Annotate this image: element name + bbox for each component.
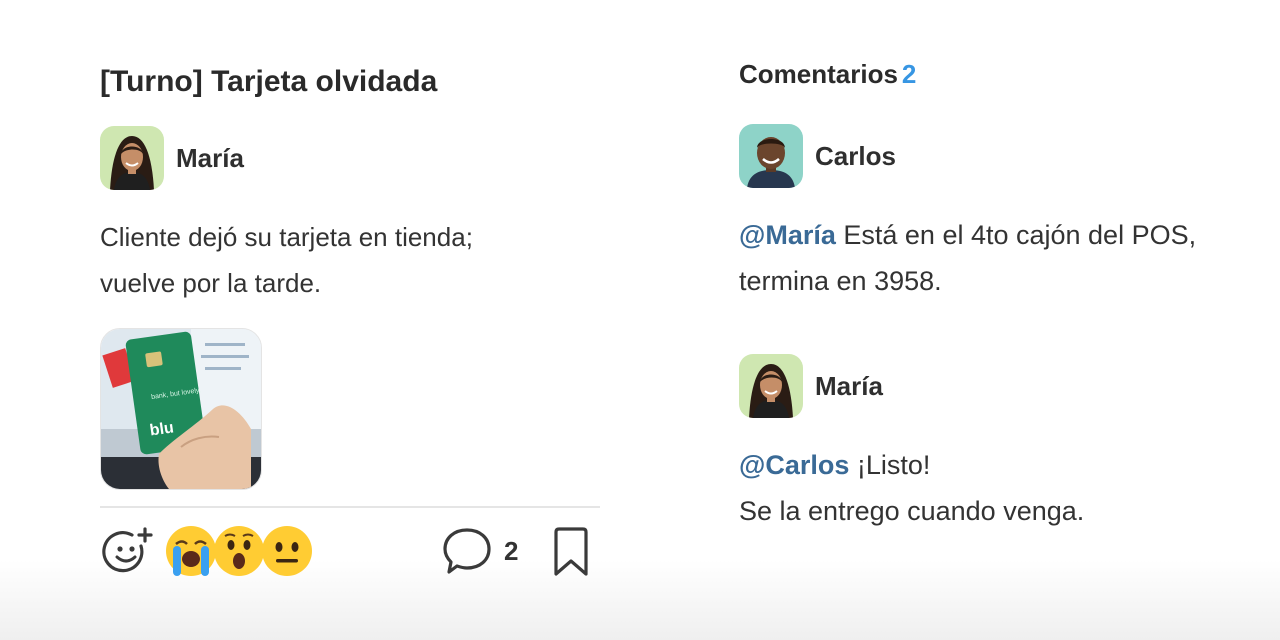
neutral-face-icon (262, 526, 312, 576)
author-name[interactable]: María (176, 143, 244, 174)
comment-author[interactable]: María (739, 354, 1259, 418)
comments-title: Comentarios (739, 59, 898, 89)
comment-text-line: @Carlos ¡Listo! (739, 442, 1259, 488)
bookmark-button[interactable] (548, 526, 594, 578)
comment-text: @María Está en el 4to cajón del POS, ter… (739, 212, 1259, 304)
add-emoji-icon (102, 527, 153, 573)
avatar[interactable] (739, 354, 803, 418)
comment-author[interactable]: Carlos (739, 124, 1259, 188)
mention-link[interactable]: @Carlos (739, 450, 849, 480)
author-name[interactable]: Carlos (815, 141, 896, 172)
reaction-neutral[interactable] (260, 524, 314, 578)
post-title: [Turno] Tarjeta olvidada (100, 65, 438, 98)
comment-button[interactable] (440, 524, 494, 578)
speech-bubble-icon (443, 528, 491, 574)
comments-header: Comentarios 2 (739, 56, 1259, 92)
comment-count: 2 (504, 536, 519, 566)
comment: María @Carlos ¡Listo! Se la entrego cuan… (739, 354, 1259, 534)
attachment-image[interactable]: bank, but lovely. blu (100, 328, 262, 490)
bookmark-icon (554, 527, 588, 576)
post-body-line: Cliente dejó su tarjeta en tienda; (100, 222, 473, 252)
post-body-line: vuelve por la tarde. (100, 268, 322, 298)
avatar[interactable] (739, 124, 803, 188)
post-card: [Turno] Tarjeta olvidada María Cliente d… (100, 60, 600, 600)
post-actions: 2 (100, 520, 600, 600)
post-author[interactable]: María (100, 126, 600, 190)
mention-link[interactable]: @María (739, 220, 836, 250)
add-reaction-button[interactable] (102, 525, 154, 577)
comment-text-line: @María Está en el 4to cajón del POS, (739, 212, 1259, 258)
post-body: Cliente dejó su tarjeta en tienda; vuelv… (100, 214, 580, 306)
comment-text-segment: ¡Listo! (849, 450, 931, 480)
comment-text-segment: Está en el 4to cajón del POS, (835, 220, 1197, 250)
reaction-astonished[interactable] (212, 524, 266, 578)
loudly-crying-face-icon (166, 526, 216, 576)
comments-count: 2 (901, 59, 917, 89)
card-brand: blu (149, 419, 175, 439)
reaction-loudly-crying[interactable] (164, 524, 218, 578)
comments-panel: Comentarios 2 Carlos @María Está en el 4t… (739, 56, 1259, 534)
comment: Carlos @María Está en el 4to cajón del P… (739, 124, 1259, 304)
comment-text: @Carlos ¡Listo! Se la entrego cuando ven… (739, 442, 1259, 534)
comment-text-line: Se la entrego cuando venga. (739, 496, 1085, 526)
avatar[interactable] (100, 126, 164, 190)
astonished-face-icon (214, 526, 264, 576)
comment-text-line: termina en 3958. (739, 266, 942, 296)
divider (100, 506, 600, 508)
author-name[interactable]: María (815, 371, 883, 402)
